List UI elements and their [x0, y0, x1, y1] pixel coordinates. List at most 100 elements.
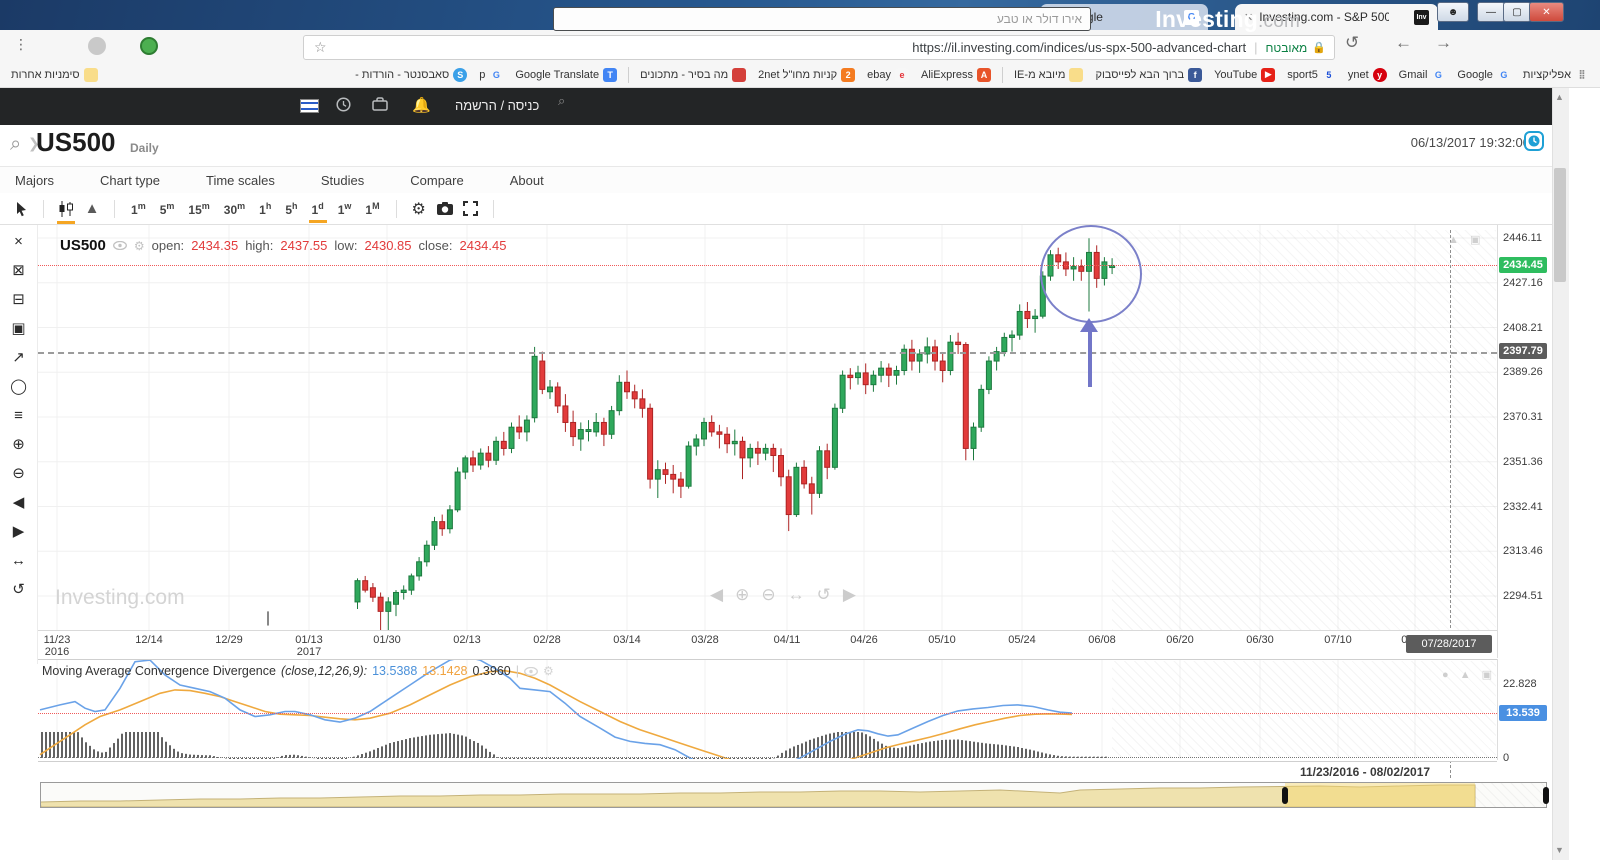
range-handle-right[interactable]: [1543, 787, 1549, 804]
visible-range-label: 11/23/2016 - 08/02/2017: [1299, 765, 1431, 779]
scrollbar-thumb[interactable]: [1554, 168, 1566, 282]
realtime-clock-icon[interactable]: [1524, 131, 1544, 156]
pan-right-icon[interactable]: ▶: [8, 521, 30, 541]
login-link[interactable]: כניסה / הרשמה: [455, 98, 539, 113]
bookmark-item[interactable]: ⣿ אפליקציות: [1518, 66, 1594, 84]
visibility-eye-icon[interactable]: [112, 241, 127, 250]
macd-value-badge: 13.539: [1499, 705, 1547, 721]
interval-15m[interactable]: 15m: [181, 198, 216, 220]
reload-icon[interactable]: ↺: [1345, 33, 1359, 53]
bookmark-item[interactable]: G Google: [1452, 66, 1515, 84]
annotation-arrow-head: [1080, 318, 1098, 332]
reset-zoom-icon[interactable]: ↺: [8, 579, 30, 599]
interval-1m[interactable]: 1m: [124, 198, 153, 220]
range-handle-left[interactable]: [1282, 787, 1288, 804]
hide-indicators-icon[interactable]: ⊟: [8, 289, 30, 309]
zoom-in-icon[interactable]: ⊕: [8, 434, 30, 454]
window-close-button[interactable]: ✕: [1529, 2, 1564, 22]
visibility-eye-icon[interactable]: [524, 666, 538, 676]
candle: [393, 591, 399, 605]
bookmark-item[interactable]: 2 קניות מחו"ל 2net: [753, 66, 860, 84]
ellipse-tool-icon[interactable]: ◯: [8, 376, 30, 396]
extension-icon[interactable]: [88, 37, 106, 55]
pan-left-icon[interactable]: ◀: [8, 492, 30, 512]
interval-1d[interactable]: 1d: [305, 198, 331, 223]
clone-icon[interactable]: ▣: [8, 318, 30, 338]
date-axis-label: 03/28: [691, 634, 719, 646]
portfolio-icon[interactable]: [372, 97, 388, 116]
bookmark-item[interactable]: y ynet: [1343, 66, 1392, 84]
macd-corner-controls[interactable]: ● ▲ ▣: [1442, 668, 1496, 681]
bookmark-item[interactable]: ▶ YouTube: [1209, 66, 1280, 84]
clock-icon[interactable]: [336, 97, 351, 117]
interval-1h[interactable]: 1h: [252, 198, 278, 220]
investing-logo[interactable]: Investing.com: [1155, 6, 1300, 33]
candle: [608, 410, 615, 435]
settings-gear-icon[interactable]: ⚙: [406, 197, 432, 221]
indicator-settings-gear-icon[interactable]: ⚙: [543, 664, 554, 678]
menu-about[interactable]: About: [510, 173, 544, 188]
annotation-arrow[interactable]: [1087, 330, 1092, 387]
address-bar[interactable]: ☆ https://il.investing.com/indices/us-sp…: [303, 35, 1335, 60]
trend-line-icon[interactable]: ↗: [8, 347, 30, 367]
bookmark-item[interactable]: G Gmail: [1394, 66, 1451, 84]
screenshot-camera-icon[interactable]: [432, 197, 458, 221]
chart-nav-controls[interactable]: ◀ ⊕ ⊖ ↔ ↺ ▶: [710, 585, 856, 605]
bookmark-label: YouTube: [1214, 68, 1258, 81]
price-axis-label: 2408.21: [1503, 321, 1543, 334]
zoom-x-icon[interactable]: ↔: [8, 550, 30, 570]
bookmark-item[interactable]: S סאבסנטר - הורדות -: [350, 66, 472, 84]
area-type-button[interactable]: ▲: [79, 197, 105, 221]
annotation-circle[interactable]: [1040, 225, 1142, 323]
price-axis[interactable]: 2446.11 2427.16 2408.21 2389.26 2370.31 2351.…: [1497, 225, 1549, 658]
symbol-search-icon[interactable]: ⌕: [10, 133, 21, 156]
back-icon[interactable]: ←: [1395, 33, 1412, 53]
menu-time-scales[interactable]: Time scales: [206, 173, 275, 188]
candlestick-type-button[interactable]: [53, 197, 79, 224]
delete-selected-icon[interactable]: ⊠: [8, 260, 30, 280]
other-bookmarks-button[interactable]: סימניות אחרות: [6, 66, 103, 84]
maximize-button[interactable]: ▢: [1503, 2, 1531, 22]
site-search-icon[interactable]: ⌕: [558, 93, 565, 109]
chart-corner-controls[interactable]: ▲ ▣: [1448, 233, 1484, 246]
bookmark-star-icon[interactable]: ☆: [314, 39, 327, 56]
bookmark-label: ynet: [1347, 68, 1369, 81]
interval-5m[interactable]: 5m: [153, 198, 182, 220]
site-search-input[interactable]: [553, 7, 1091, 31]
menu-majors[interactable]: Majors: [15, 173, 54, 188]
alerts-bell-icon[interactable]: 🔔: [412, 96, 431, 114]
bookmark-item[interactable]: 5 sport5: [1282, 66, 1341, 84]
bookmarks-bar: ⣿ אפליקציות G Google G Gmail y ynet 5 sport5 ▶ YouT…: [0, 62, 1600, 88]
forward-icon[interactable]: →: [1435, 33, 1452, 53]
series-settings-gear-icon[interactable]: ⚙: [134, 239, 145, 253]
close-icon[interactable]: ×: [8, 231, 30, 251]
menu-studies[interactable]: Studies: [321, 173, 364, 188]
scroll-up-arrow[interactable]: ▲: [1555, 92, 1564, 102]
fib-lines-icon[interactable]: ≡: [8, 405, 30, 425]
last-price-badge: 2434.45: [1499, 256, 1547, 273]
interval-1w[interactable]: 1w: [331, 198, 359, 220]
interval-30m[interactable]: 30m: [217, 198, 252, 220]
bookmark-item[interactable]: A AliExpress: [916, 66, 996, 84]
date-axis[interactable]: 11/23 2016 12/14 12/29 01/13 2017 01/30 02/13 02…: [38, 630, 1497, 660]
macd-axis[interactable]: 22.828 13.539 0: [1497, 659, 1549, 764]
interval-1M[interactable]: 1M: [358, 198, 386, 220]
extension-icon[interactable]: [140, 37, 158, 55]
israel-flag-icon[interactable]: [300, 99, 319, 113]
bookmark-item[interactable]: e ebay: [862, 66, 914, 84]
pointer-tool[interactable]: [8, 197, 34, 221]
bookmark-item[interactable]: Gp: [474, 66, 508, 84]
fullscreen-icon[interactable]: [458, 197, 484, 221]
bookmark-item[interactable]: f ברוך הבא לפייסבוק: [1090, 66, 1207, 84]
menu-chart-type[interactable]: Chart type: [100, 173, 160, 188]
minimize-button[interactable]: —: [1477, 2, 1505, 22]
zoom-out-icon[interactable]: ⊖: [8, 463, 30, 483]
bookmark-item[interactable]: מיובא מ-IE: [1009, 66, 1088, 84]
interval-5h[interactable]: 5h: [278, 198, 304, 220]
browser-menu-icon[interactable]: ⋮: [14, 36, 28, 53]
profile-button[interactable]: ☻: [1437, 2, 1469, 22]
bookmark-item[interactable]: מה בסיר - מתכונים: [635, 66, 751, 84]
scroll-down-arrow[interactable]: ▼: [1555, 845, 1564, 855]
bookmark-item[interactable]: T Google Translate: [510, 66, 622, 84]
menu-compare[interactable]: Compare: [410, 173, 463, 188]
